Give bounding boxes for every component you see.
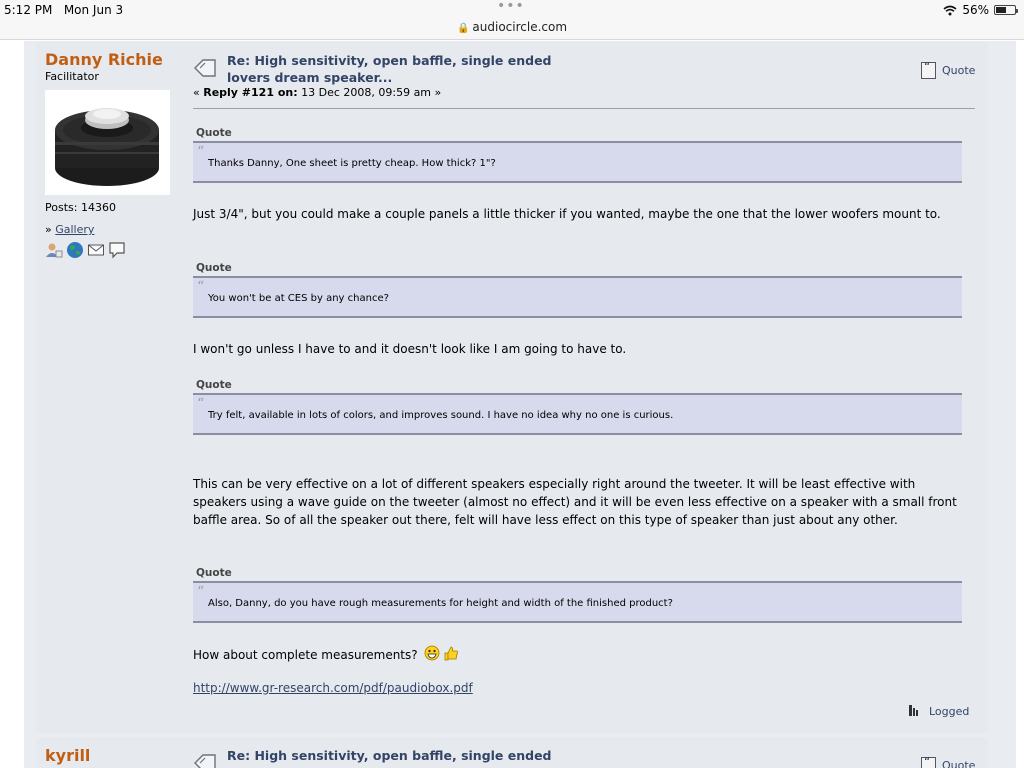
battery-icon [994, 5, 1018, 15]
next-poster-name[interactable]: kyrill [45, 746, 90, 765]
address-bar[interactable]: 🔒 audiocircle.com [0, 20, 1024, 34]
wifi-icon [943, 5, 957, 15]
next-quote-button-label: Quote [942, 759, 976, 768]
quote-icon [921, 60, 936, 79]
thumbs-up-icon [445, 646, 459, 661]
logged-ip-icon [909, 705, 918, 716]
url-text: audiocircle.com [472, 20, 568, 34]
quote-block: “ Also, Danny, do you have rough measure… [193, 581, 962, 623]
quote-button[interactable]: Quote [921, 60, 976, 79]
subwoofer-avatar-image [45, 90, 170, 195]
status-right: 56% [943, 3, 1018, 17]
smiley-icons [424, 645, 460, 666]
poster-name[interactable]: Danny Richie [45, 50, 163, 69]
poster-post-count: Posts: 14360 [45, 201, 116, 214]
quote-icon [921, 755, 936, 768]
quote-label: Quote [196, 567, 232, 579]
quote-text: Also, Danny, do you have rough measureme… [208, 598, 673, 609]
quote-marks-icon: “ [197, 584, 205, 600]
status-time: 5:12 PM Mon Jun 3 [4, 3, 124, 17]
more-dots-icon[interactable]: ••• [497, 0, 525, 14]
battery-percent: 56% [962, 3, 989, 17]
quote-marks-icon: “ [197, 396, 205, 412]
quote-block: “ You won't be at CES by any chance? [193, 276, 962, 318]
globe-icon[interactable] [66, 241, 84, 259]
poster-title: Facilitator [45, 70, 99, 83]
quote-marks-icon: “ [197, 279, 205, 295]
quote-label: Quote [196, 262, 232, 274]
status-bar: 5:12 PM Mon Jun 3 ••• 🔒 audiocircle.com 5… [0, 0, 1024, 40]
quote-label: Quote [196, 379, 232, 391]
reply-text: Just 3/4", but you could make a couple p… [193, 207, 941, 221]
reply-text: How about complete measurements? [193, 645, 968, 666]
grin-smiley-icon [424, 645, 440, 661]
reply-number[interactable]: Reply #121 on: [203, 86, 297, 99]
quote-text: Try felt, available in lots of colors, a… [208, 410, 674, 421]
post-subject[interactable]: Re: High sensitivity, open baffle, singl… [227, 52, 587, 86]
topic-icon [194, 59, 216, 77]
reply-date: 13 Dec 2008, 09:59 am [301, 86, 432, 99]
quote-text: Thanks Danny, One sheet is pretty cheap.… [208, 158, 496, 169]
quote-button-label: Quote [942, 64, 976, 77]
message-icon[interactable] [108, 241, 126, 259]
reply-text: This can be very effective on a lot of d… [193, 477, 957, 527]
next-post-subject[interactable]: Re: High sensitivity, open baffle, singl… [227, 748, 552, 763]
lock-icon: 🔒 [456, 23, 470, 34]
quote-text: You won't be at CES by any chance? [208, 293, 389, 304]
gallery-link[interactable]: Gallery [55, 223, 94, 236]
quote-block: “ Thanks Danny, One sheet is pretty chea… [193, 141, 962, 183]
header-divider [193, 108, 975, 109]
pdf-link[interactable]: http://www.gr-research.com/pdf/paudiobox… [193, 681, 473, 695]
post-reply-info: « Reply #121 on: 13 Dec 2008, 09:59 am » [193, 86, 442, 99]
quote-marks-icon: “ [197, 144, 205, 160]
quote-label: Quote [196, 127, 232, 139]
avatar[interactable] [45, 90, 170, 195]
logged-indicator: Logged [908, 704, 969, 718]
poster-gallery: » Gallery [45, 223, 95, 236]
profile-icon[interactable] [45, 241, 63, 259]
next-topic-icon [194, 754, 216, 768]
email-icon[interactable] [87, 241, 105, 259]
quote-block: “ Try felt, available in lots of colors,… [193, 393, 962, 435]
poster-actions [45, 241, 126, 259]
reply-text: I won't go unless I have to and it doesn… [193, 342, 627, 356]
logged-label: Logged [929, 704, 970, 718]
next-quote-button[interactable]: Quote [921, 755, 976, 768]
